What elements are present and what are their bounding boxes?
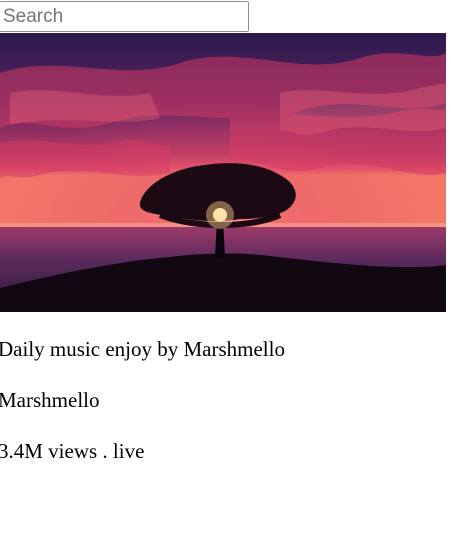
video-thumbnail[interactable] (0, 33, 446, 312)
video-title[interactable]: Daily music enjoy by Marshmello (0, 334, 455, 364)
search-input[interactable] (0, 1, 249, 32)
page: Daily music enjoy by Marshmello Marshmel… (0, 0, 457, 538)
channel-name[interactable]: Marshmello (0, 385, 455, 415)
video-stats: 3.4M views . live (0, 439, 145, 463)
video-info: Daily music enjoy by Marshmello Marshmel… (0, 334, 455, 466)
